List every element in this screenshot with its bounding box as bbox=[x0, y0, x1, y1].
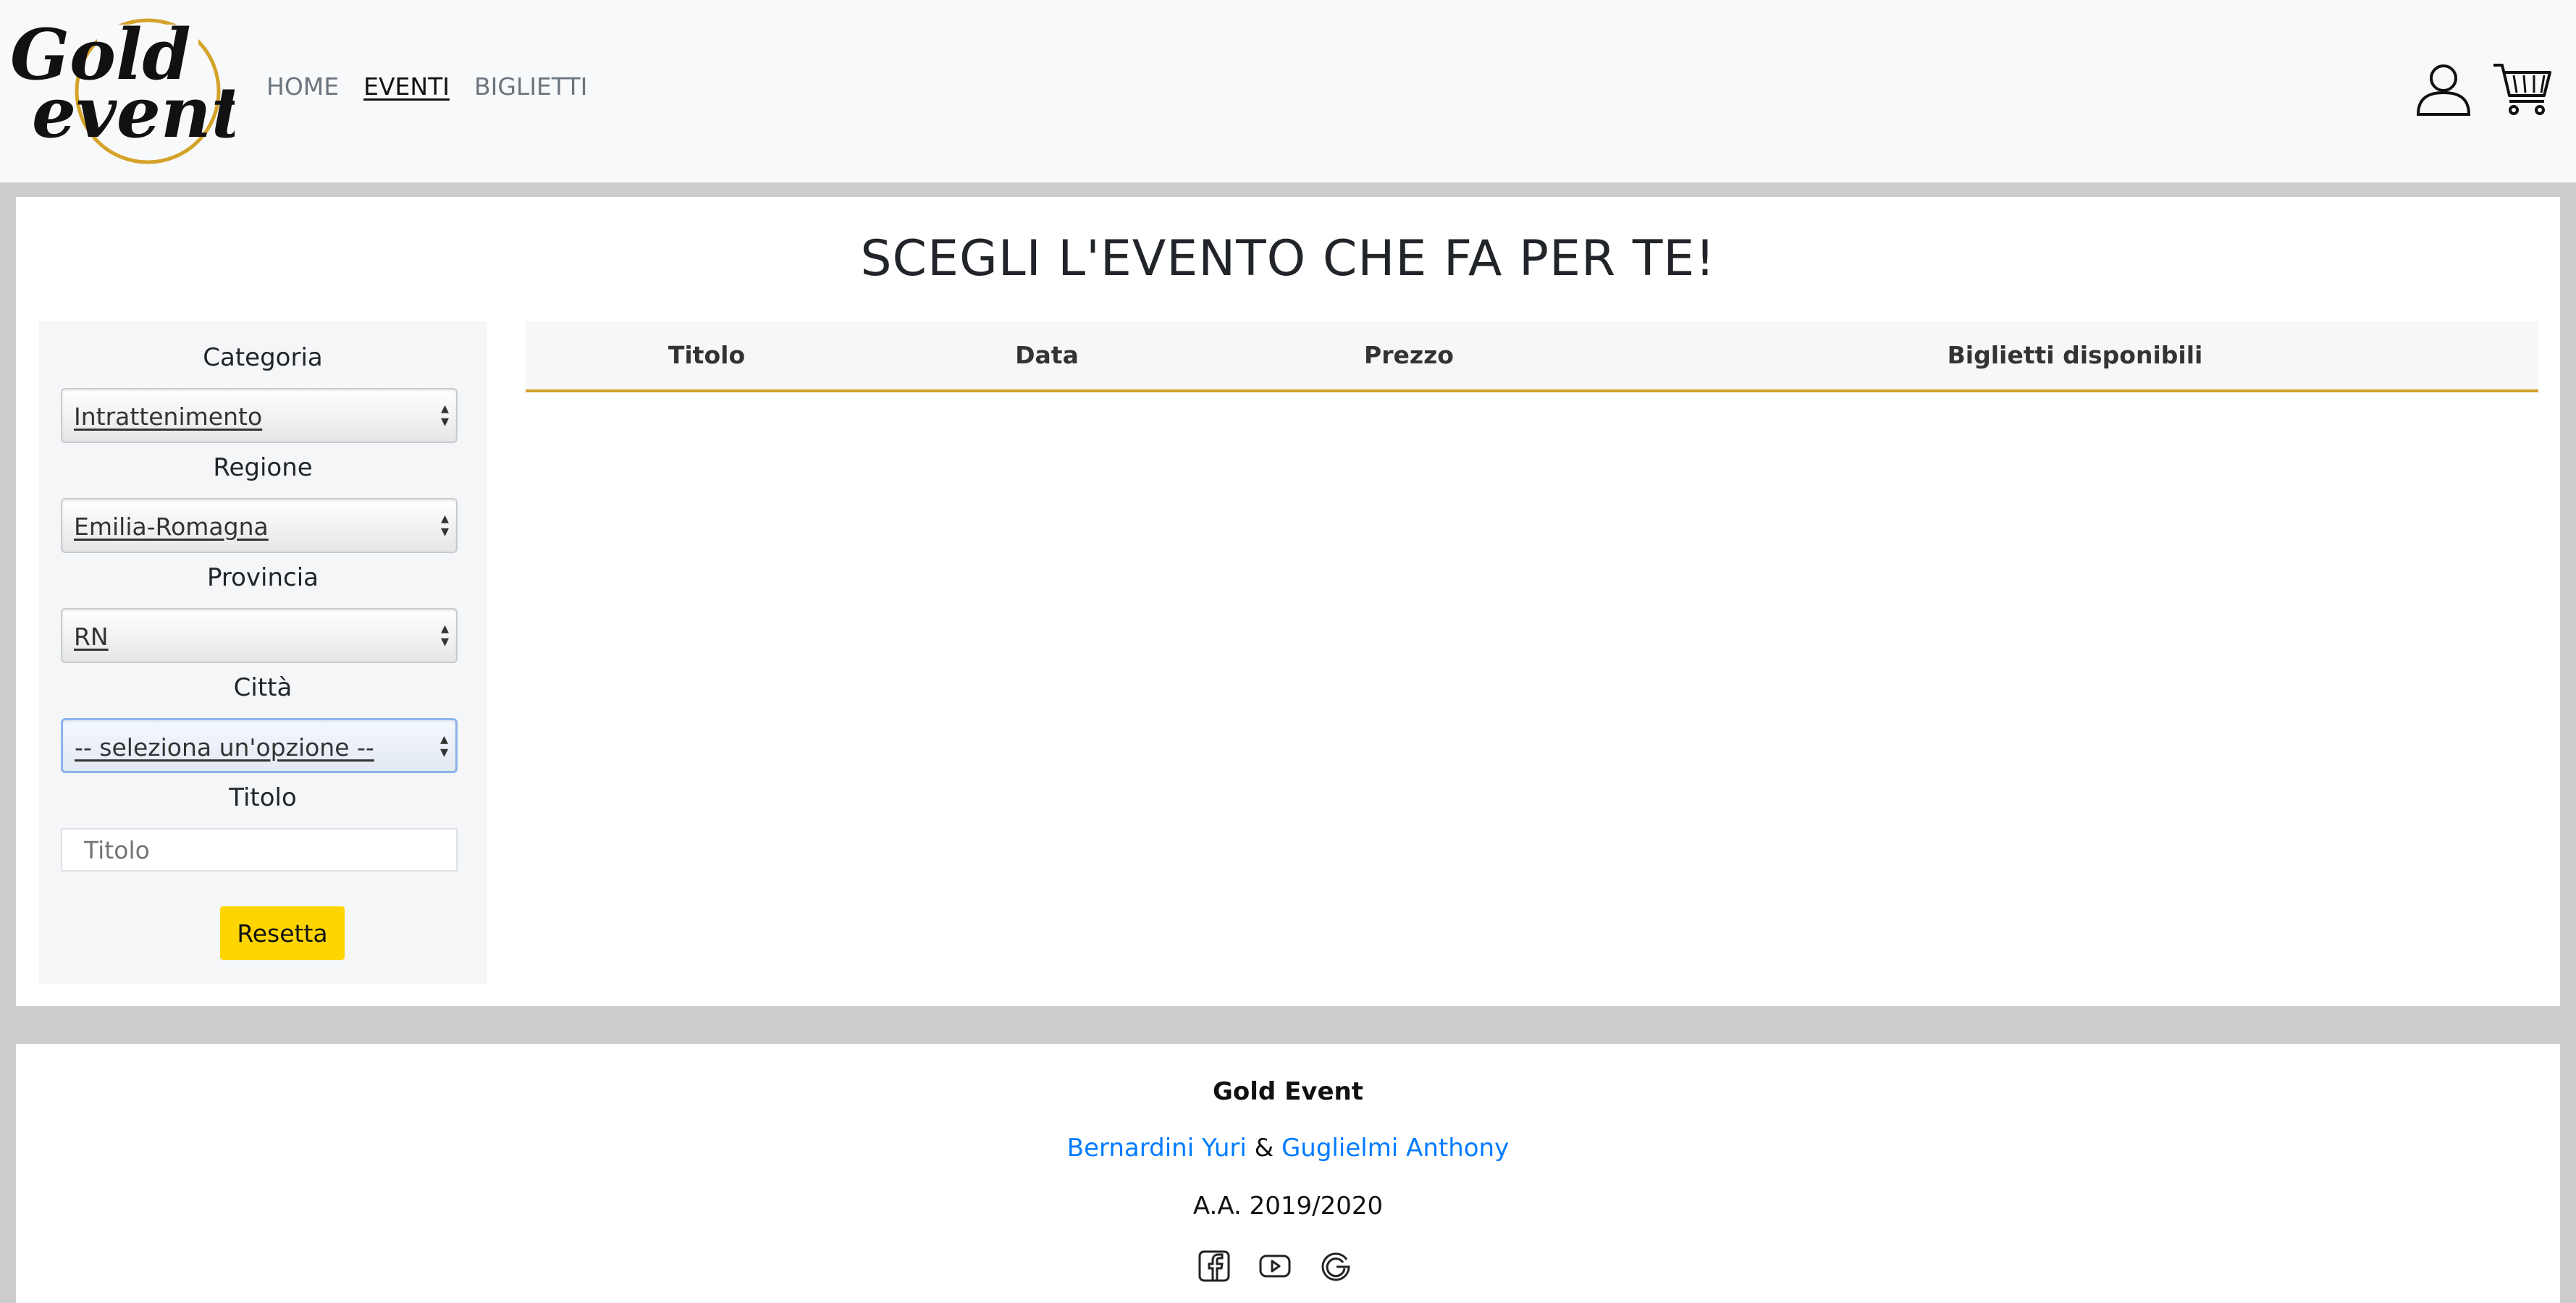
categoria-value: Intrattenimento bbox=[74, 402, 263, 431]
facebook-icon[interactable] bbox=[1197, 1249, 1231, 1283]
author-link-bernardini[interactable]: Bernardini Yuri bbox=[1067, 1134, 1247, 1163]
youtube-icon[interactable] bbox=[1258, 1249, 1292, 1283]
titolo-label: Titolo bbox=[229, 783, 297, 812]
nav-link-home[interactable]: HOME bbox=[266, 72, 339, 101]
author-link-guglielmi[interactable]: Guglielmi Anthony bbox=[1281, 1134, 1509, 1163]
reset-button[interactable]: Resetta bbox=[220, 906, 345, 960]
events-table-header: Titolo Data Prezzo Biglietti disponibili bbox=[526, 321, 2538, 392]
select-arrows-icon: ▴ ▾ bbox=[440, 400, 449, 431]
footer-authors: Bernardini Yuri & Guglielmi Anthony bbox=[16, 1134, 2560, 1163]
main-nav: HOME EVENTI BIGLIETTI bbox=[266, 72, 587, 101]
nav-link-biglietti[interactable]: BIGLIETTI bbox=[474, 72, 587, 101]
provincia-select[interactable]: RN ▴ ▾ bbox=[61, 608, 458, 663]
events-card: SCEGLI L'EVENTO CHE FA PER TE! Categoria… bbox=[16, 197, 2560, 1006]
cart-icon[interactable] bbox=[2492, 61, 2553, 116]
provincia-value: RN bbox=[74, 623, 109, 651]
gold-event-logo[interactable]: Gold event bbox=[10, 10, 235, 169]
footer-title: Gold Event bbox=[1212, 1077, 1363, 1106]
social-links bbox=[1197, 1249, 1352, 1283]
citta-label: Città bbox=[233, 673, 292, 702]
categoria-label: Categoria bbox=[203, 343, 323, 372]
column-header-titolo[interactable]: Titolo bbox=[526, 321, 888, 389]
regione-select[interactable]: Emilia-Romagna ▴ ▾ bbox=[61, 498, 458, 553]
select-arrows-icon: ▴ ▾ bbox=[439, 730, 448, 762]
footer-year: A.A. 2019/2020 bbox=[1192, 1192, 1384, 1220]
column-header-prezzo[interactable]: Prezzo bbox=[1206, 321, 1612, 389]
navbar: Gold event HOME EVENTI BIGLIETTI bbox=[0, 0, 2576, 182]
regione-label: Regione bbox=[213, 453, 313, 482]
select-arrows-icon: ▴ ▾ bbox=[440, 510, 449, 541]
regione-value: Emilia-Romagna bbox=[74, 513, 269, 541]
citta-value: -- seleziona un'opzione -- bbox=[75, 733, 374, 762]
user-icon[interactable] bbox=[2415, 61, 2472, 117]
author-separator: & bbox=[1254, 1134, 1274, 1163]
column-header-biglietti[interactable]: Biglietti disponibili bbox=[1612, 321, 2538, 389]
filters-panel: Categoria Intrattenimento ▴ ▾ Regione Emi… bbox=[39, 321, 487, 984]
titolo-input[interactable] bbox=[61, 828, 458, 872]
categoria-select[interactable]: Intrattenimento ▴ ▾ bbox=[61, 388, 458, 443]
provincia-label: Provincia bbox=[206, 563, 319, 592]
nav-link-eventi[interactable]: EVENTI bbox=[363, 72, 450, 101]
select-arrows-icon: ▴ ▾ bbox=[440, 620, 449, 651]
column-header-data[interactable]: Data bbox=[888, 321, 1206, 389]
google-icon[interactable] bbox=[1319, 1249, 1352, 1283]
page-title: SCEGLI L'EVENTO CHE FA PER TE! bbox=[860, 230, 1716, 287]
footer: Gold Event Bernardini Yuri & Guglielmi A… bbox=[16, 1044, 2560, 1303]
citta-select[interactable]: -- seleziona un'opzione -- ▴ ▾ bbox=[61, 718, 458, 773]
svg-text:event: event bbox=[32, 72, 235, 153]
